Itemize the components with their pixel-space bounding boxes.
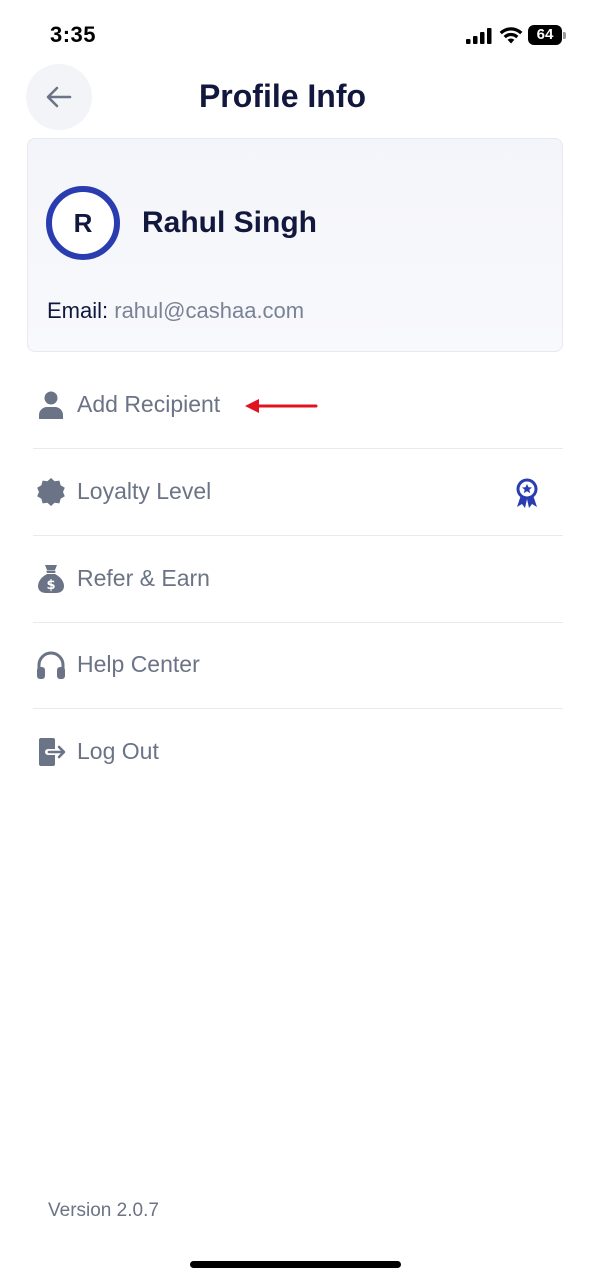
page-title: Profile Info: [198, 78, 367, 114]
status-bar: 3:35 64: [0, 0, 591, 70]
cellular-signal-icon: [466, 28, 492, 44]
menu-item-label: Loyalty Level: [77, 478, 212, 504]
menu-item-label: Log Out: [77, 738, 159, 764]
email-value: rahul@cashaa.com: [114, 298, 305, 323]
app-version: Version 2.0.7: [48, 1200, 159, 1221]
money-bag-icon: $: [38, 565, 64, 593]
profile-info-screen: 3:35 64 Profile Info R Rahul Singh Email…: [0, 0, 591, 1280]
menu-item-help-center[interactable]: Help Center: [33, 622, 563, 709]
menu-item-label: Add Recipient: [77, 391, 221, 417]
battery-tip: [563, 32, 566, 39]
user-name: Rahul Singh: [142, 206, 317, 239]
home-indicator[interactable]: [190, 1261, 401, 1268]
profile-card: R Rahul Singh Email: rahul@cashaa.com: [27, 138, 563, 352]
email-label: Email:: [47, 298, 109, 323]
menu-item-log-out[interactable]: Log Out: [33, 709, 563, 795]
logout-icon: [39, 738, 66, 766]
badge-icon: [37, 478, 65, 506]
award-ribbon-icon: [516, 478, 538, 508]
battery-icon: 64: [528, 25, 566, 45]
person-icon: [39, 391, 63, 419]
battery-level: 64: [528, 25, 562, 45]
menu-item-refer-earn[interactable]: $ Refer & Earn: [33, 536, 563, 623]
menu-item-loyalty-level[interactable]: Loyalty Level: [33, 449, 563, 536]
headphones-icon: [37, 651, 65, 679]
svg-text:$: $: [46, 578, 55, 593]
email-row: Email: rahul@cashaa.com: [47, 298, 304, 324]
menu-item-label: Help Center: [77, 651, 200, 677]
menu-item-label: Refer & Earn: [77, 565, 210, 591]
red-arrow-icon: [245, 399, 318, 413]
status-time: 3:35: [50, 22, 97, 47]
wifi-icon: [499, 27, 523, 44]
avatar: R: [46, 186, 120, 260]
